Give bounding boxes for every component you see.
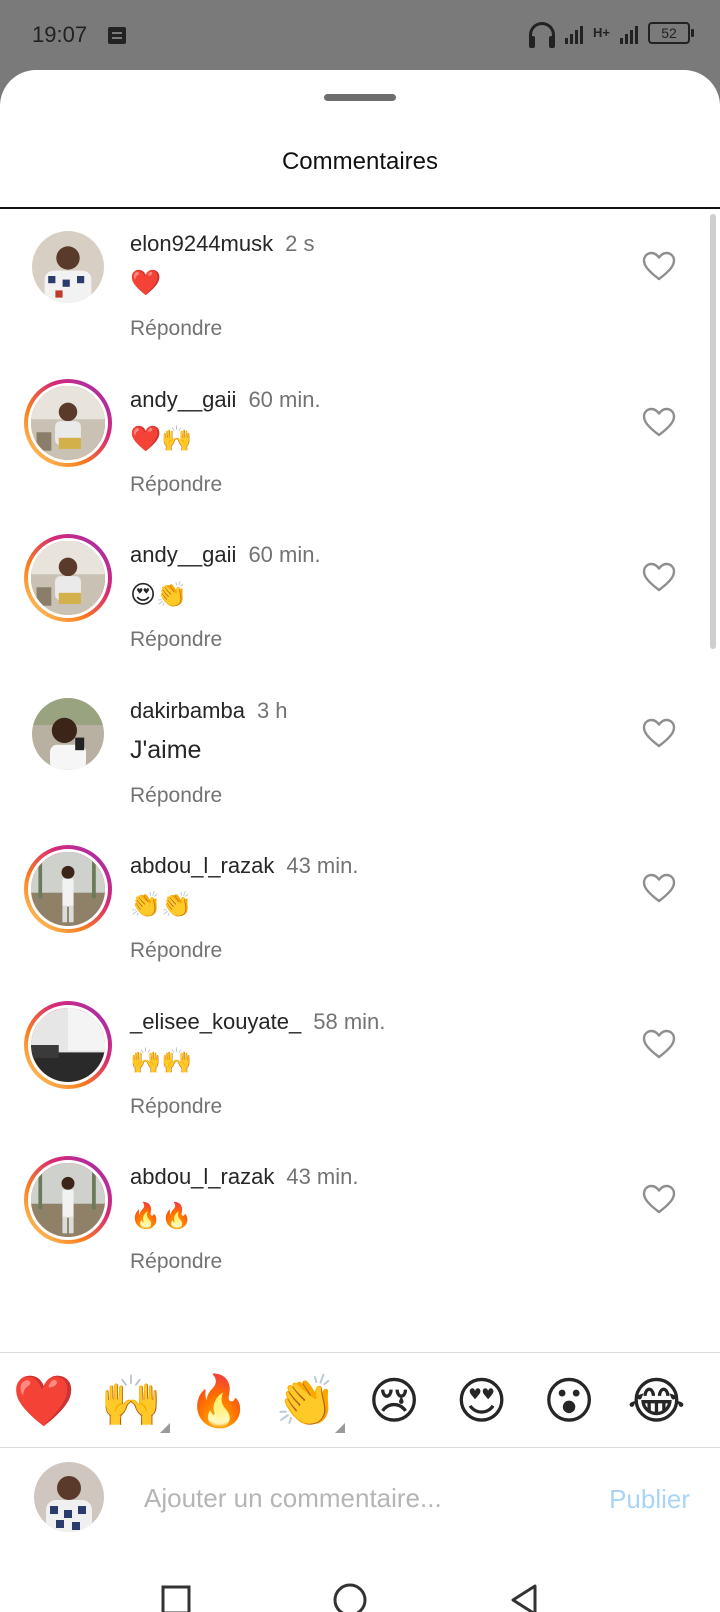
avatar-with-story-ring[interactable] (24, 845, 112, 933)
comment-text: 😍👏 (130, 581, 188, 609)
reaction-tears-of-joy-button[interactable]: 😂 (625, 1369, 689, 1433)
system-nav-bar (0, 1548, 720, 1612)
username-text[interactable]: andy__gaii (130, 387, 236, 412)
username-text[interactable]: dakirbamba (130, 698, 245, 723)
reaction-heart-eyes-button[interactable]: 😍 (450, 1369, 514, 1433)
battery-icon: 52 (648, 22, 694, 44)
signal-icon-2 (620, 22, 638, 44)
reaction-emoji: 😮 (542, 1373, 596, 1429)
avatar[interactable] (32, 231, 104, 303)
reaction-emoji: 😂 (627, 1373, 686, 1429)
username-text[interactable]: elon9244musk (130, 231, 273, 256)
username-text[interactable]: abdou_l_razak (130, 1164, 274, 1189)
comment-composer: Publier (0, 1448, 720, 1548)
reaction-emoji: 🔥 (187, 1373, 251, 1429)
reply-button[interactable]: Répondre (130, 473, 222, 497)
heart-outline-icon[interactable] (642, 562, 676, 592)
publish-button[interactable]: Publier (609, 1484, 690, 1515)
reply-button[interactable]: Répondre (130, 939, 222, 963)
quick-reaction-bar: ❤️ 🙌 🔥 👏 😢 😍 😮 😂 (0, 1352, 720, 1448)
comment-timestamp: 60 min. (248, 386, 321, 412)
comment-item[interactable]: abdou_l_razak 43 min. 🔥🔥 Répondre (0, 1142, 720, 1302)
heart-outline-icon[interactable] (642, 407, 676, 437)
comment-timestamp: 43 min. (286, 1164, 359, 1189)
comment-username[interactable]: dakirbamba 3 h (130, 698, 288, 724)
sheet-title: Commentaires (281, 148, 439, 175)
comment-username[interactable]: abdou_l_razak 43 min. (130, 853, 359, 879)
comment-text: 👏👏 (130, 891, 193, 919)
username-text[interactable]: _elisee_kouyate_ (130, 1009, 301, 1034)
comment-text: 🔥🔥 (130, 1202, 193, 1230)
comment-item[interactable]: andy__gaii 60 min. ❤️🙌 Répondre (0, 365, 720, 525)
comment-timestamp: 2 s (285, 231, 315, 256)
message-notification-icon (108, 27, 126, 44)
reaction-emoji: 😍 (455, 1373, 508, 1429)
comment-text: ❤️ (130, 269, 162, 297)
reaction-raising-hands-button[interactable]: 🙌 (100, 1369, 170, 1433)
comment-item[interactable]: _elisee_kouyate_ 58 min. 🙌🙌 Répondre (0, 987, 720, 1147)
reaction-emoji: 👏 (275, 1373, 338, 1429)
status-icons: H+ 52 (529, 22, 694, 48)
status-time: 19:07 (32, 22, 88, 47)
heart-outline-icon[interactable] (642, 873, 676, 903)
current-user-avatar (34, 1462, 104, 1532)
heart-outline-icon[interactable] (642, 1184, 676, 1214)
avatar-with-story-ring[interactable] (24, 378, 112, 467)
reply-button[interactable]: Répondre (130, 1095, 222, 1119)
reaction-fire-button[interactable]: 🔥 (187, 1369, 251, 1433)
comment-username[interactable]: andy__gaii 60 min. (130, 387, 321, 413)
reply-button[interactable]: Répondre (130, 317, 222, 341)
skin-tone-indicator-icon (334, 1423, 345, 1433)
back-icon[interactable] (494, 1570, 554, 1612)
comment-username[interactable]: abdou_l_razak 43 min. (130, 1164, 359, 1190)
comment-input[interactable] (144, 1478, 584, 1518)
signal-icon (565, 22, 584, 44)
recent-apps-icon[interactable] (146, 1570, 206, 1612)
network-type: H+ (593, 25, 610, 40)
reaction-emoji: ❤️ (12, 1373, 76, 1429)
reply-button[interactable]: Répondre (130, 784, 222, 808)
avatar-with-story-ring[interactable] (24, 1000, 112, 1089)
comment-text: J'aime (130, 735, 202, 764)
reaction-emoji: 🙌 (100, 1373, 163, 1429)
comment-text: 🙌🙌 (130, 1046, 193, 1075)
username-text[interactable]: andy__gaii (130, 542, 236, 567)
heart-outline-icon[interactable] (642, 1029, 676, 1059)
scrollbar[interactable] (710, 214, 716, 649)
reaction-crying-face-button[interactable]: 😢 (362, 1369, 426, 1433)
comment-list[interactable]: elon9244musk 2 s ❤️ Répondre andy__gaii 60 mi… (0, 209, 720, 1389)
reaction-surprised-face-button[interactable]: 😮 (537, 1369, 601, 1433)
comment-timestamp: 43 min. (286, 853, 359, 878)
avatar[interactable] (32, 697, 104, 770)
reaction-clapping-hands-button[interactable]: 👏 (275, 1369, 345, 1433)
comment-username[interactable]: _elisee_kouyate_ 58 min. (130, 1009, 385, 1035)
comment-item[interactable]: abdou_l_razak 43 min. 👏👏 Répondre (0, 831, 720, 991)
comment-item[interactable]: andy__gaii 60 min. 😍👏 Répondre (0, 520, 720, 680)
heart-outline-icon[interactable] (642, 251, 676, 281)
heart-outline-icon[interactable] (642, 718, 676, 748)
comment-timestamp: 3 h (256, 697, 288, 723)
headphones-icon (529, 22, 556, 48)
comment-text: ❤️🙌 (130, 424, 193, 453)
comment-username[interactable]: andy__gaii 60 min. (130, 542, 321, 568)
sheet-drag-handle[interactable] (324, 94, 396, 101)
reaction-red-heart-button[interactable]: ❤️ (12, 1369, 76, 1433)
comments-sheet: Commentaires elon9244musk 2 s ❤️ Répondre an… (0, 70, 720, 1612)
home-icon[interactable] (320, 1570, 380, 1612)
comment-item[interactable]: elon9244musk 2 s ❤️ Répondre (0, 209, 720, 369)
skin-tone-indicator-icon (159, 1423, 170, 1433)
status-bar: 19:07 H+ 52 (0, 0, 720, 72)
avatar-with-story-ring[interactable] (24, 1156, 112, 1244)
reaction-emoji: 😢 (367, 1373, 421, 1429)
comment-timestamp: 58 min. (313, 1008, 386, 1034)
comment-username[interactable]: elon9244musk 2 s (130, 231, 314, 257)
reply-button[interactable]: Répondre (130, 628, 222, 652)
comment-timestamp: 60 min. (248, 542, 321, 567)
username-text[interactable]: abdou_l_razak (130, 853, 274, 878)
comment-item[interactable]: dakirbamba 3 h J'aime Répondre (0, 676, 720, 836)
reply-button[interactable]: Répondre (130, 1250, 222, 1274)
avatar-with-story-ring[interactable] (24, 534, 112, 622)
